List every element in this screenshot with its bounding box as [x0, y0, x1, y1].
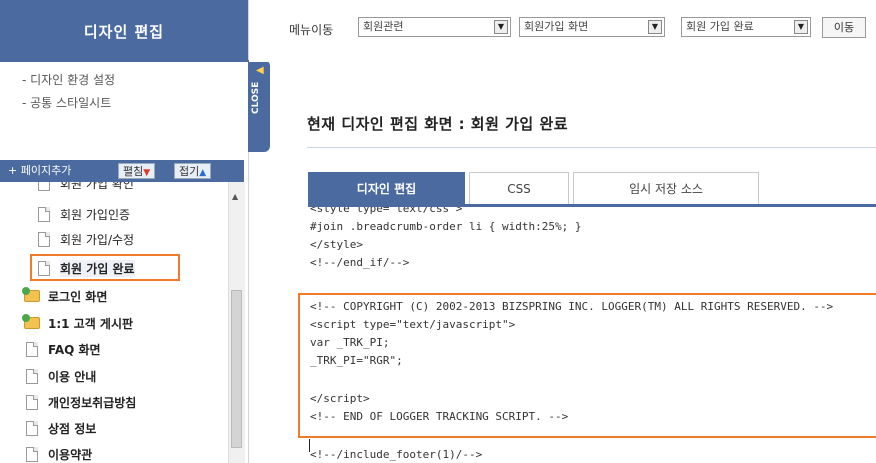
tree-item-label: 이용약관: [48, 447, 93, 462]
page-icon: [38, 231, 50, 247]
scrollbar-thumb[interactable]: [231, 290, 242, 448]
tree-item[interactable]: 회원 가입/수정: [38, 229, 134, 249]
tree-toolbar: + 페이지추가 펼침▼ 접기▲: [0, 160, 244, 182]
code-line: <!--/end_if/-->: [310, 256, 410, 269]
dropdown-arrow-icon: ▼: [494, 20, 508, 34]
code-line: <!--/include_footer(1)/-->: [310, 448, 483, 461]
page-icon: [26, 394, 38, 410]
select-value: 회원 가입 완료: [686, 20, 754, 33]
menu-subpage-select[interactable]: 회원 가입 완료 ▼: [681, 17, 811, 37]
tree-item-label: 상점 정보: [48, 421, 97, 436]
dropdown-arrow-icon: ▼: [794, 20, 808, 34]
tree-scrollbar[interactable]: ▲: [228, 182, 245, 463]
chevron-left-icon: ◀: [256, 65, 264, 76]
page-icon: [26, 368, 38, 384]
tab-temp-source[interactable]: 임시 저장 소스: [573, 172, 759, 204]
tree-item-label: 회원 가입인증: [60, 207, 131, 222]
select-value: 회원관련: [363, 20, 404, 33]
expand-label: 펼침: [123, 165, 144, 178]
tree-item[interactable]: FAQ 화면: [26, 339, 101, 359]
select-value: 회원가입 화면: [524, 20, 589, 33]
page-icon: [26, 446, 38, 462]
caret-down-icon: ▼: [143, 168, 151, 178]
tree-item[interactable]: 개인정보취급방침: [26, 392, 136, 412]
page-icon: [26, 341, 38, 357]
tree-folder[interactable]: 로그인 화면: [22, 286, 108, 306]
tree-item-label: 이용 안내: [48, 369, 97, 384]
sidebar-header: 디자인 편집: [0, 0, 248, 62]
tree-item-label: 회원 가입 확인: [60, 182, 134, 191]
link-common-stylesheet[interactable]: - 공통 스타일시트: [22, 94, 111, 111]
tree-item[interactable]: 상점 정보: [26, 418, 96, 438]
menu-bar: 메뉴이동 회원관련 ▼ 회원가입 화면 ▼ 회원 가입 완료 ▼ 이동: [249, 0, 876, 62]
tree-item[interactable]: 이용약관: [26, 444, 92, 463]
tree-item-label: 개인정보취급방침: [48, 395, 137, 410]
folder-icon: [22, 287, 40, 302]
caret-up-icon: ▲: [199, 168, 207, 178]
tree-item-label: 1:1 고객 게시판: [48, 316, 134, 331]
page-title: 현재 디자인 편집 화면 : 회원 가입 완료: [307, 115, 569, 133]
page-icon: [38, 182, 50, 191]
selected-item-highlight: [30, 254, 180, 281]
tree-item[interactable]: 이용 안내: [26, 366, 96, 386]
scroll-up-icon[interactable]: ▲: [232, 192, 238, 201]
tree-item-label: FAQ 화면: [48, 342, 101, 357]
expand-button[interactable]: 펼침▼: [118, 163, 156, 179]
close-panel-tab[interactable]: ◀ CLOSE: [248, 60, 270, 152]
tree-item[interactable]: 회원 가입인증: [38, 204, 130, 224]
menu-move-label: 메뉴이동: [289, 23, 334, 37]
tree-item-label: 로그인 화면: [48, 289, 108, 304]
sidebar: 디자인 편집 - 디자인 환경 설정 - 공통 스타일시트 + 페이지추가 펼침…: [0, 0, 249, 463]
page-icon: [38, 206, 50, 222]
collapse-button[interactable]: 접기▲: [174, 163, 212, 179]
collapse-label: 접기: [179, 165, 200, 178]
code-line: <style type="text/css">: [310, 207, 463, 215]
tree-item-label: 회원 가입/수정: [60, 232, 135, 247]
dropdown-arrow-icon: ▼: [648, 20, 662, 34]
code-line: </style>: [310, 238, 363, 251]
close-tab-label: CLOSE: [251, 81, 261, 114]
tree-item[interactable]: 회원 가입 확인: [38, 182, 134, 193]
link-design-settings[interactable]: - 디자인 환경 설정: [22, 71, 115, 88]
code-line: #join .breadcrumb-order li { width:25%; …: [310, 220, 582, 233]
tab-design-edit[interactable]: 디자인 편집: [308, 172, 465, 204]
title-divider: [307, 147, 876, 148]
tab-css[interactable]: CSS: [469, 172, 569, 204]
add-page-button[interactable]: + 페이지추가: [4, 163, 75, 179]
tree-folder[interactable]: 1:1 고객 게시판: [22, 313, 134, 333]
sidebar-title: 디자인 편집: [83, 22, 165, 41]
page-tree: 회원 가입 확인 회원 가입인증 회원 가입/수정 회원 가입 완료 로그인 화…: [0, 182, 228, 463]
code-highlight-box: [298, 293, 876, 438]
folder-icon: [22, 314, 40, 329]
text-cursor: [309, 439, 310, 452]
menu-category-select[interactable]: 회원관련 ▼: [358, 17, 511, 37]
menu-page-select[interactable]: 회원가입 화면 ▼: [519, 17, 665, 37]
page-icon: [26, 420, 38, 436]
move-button[interactable]: 이동: [822, 17, 866, 38]
